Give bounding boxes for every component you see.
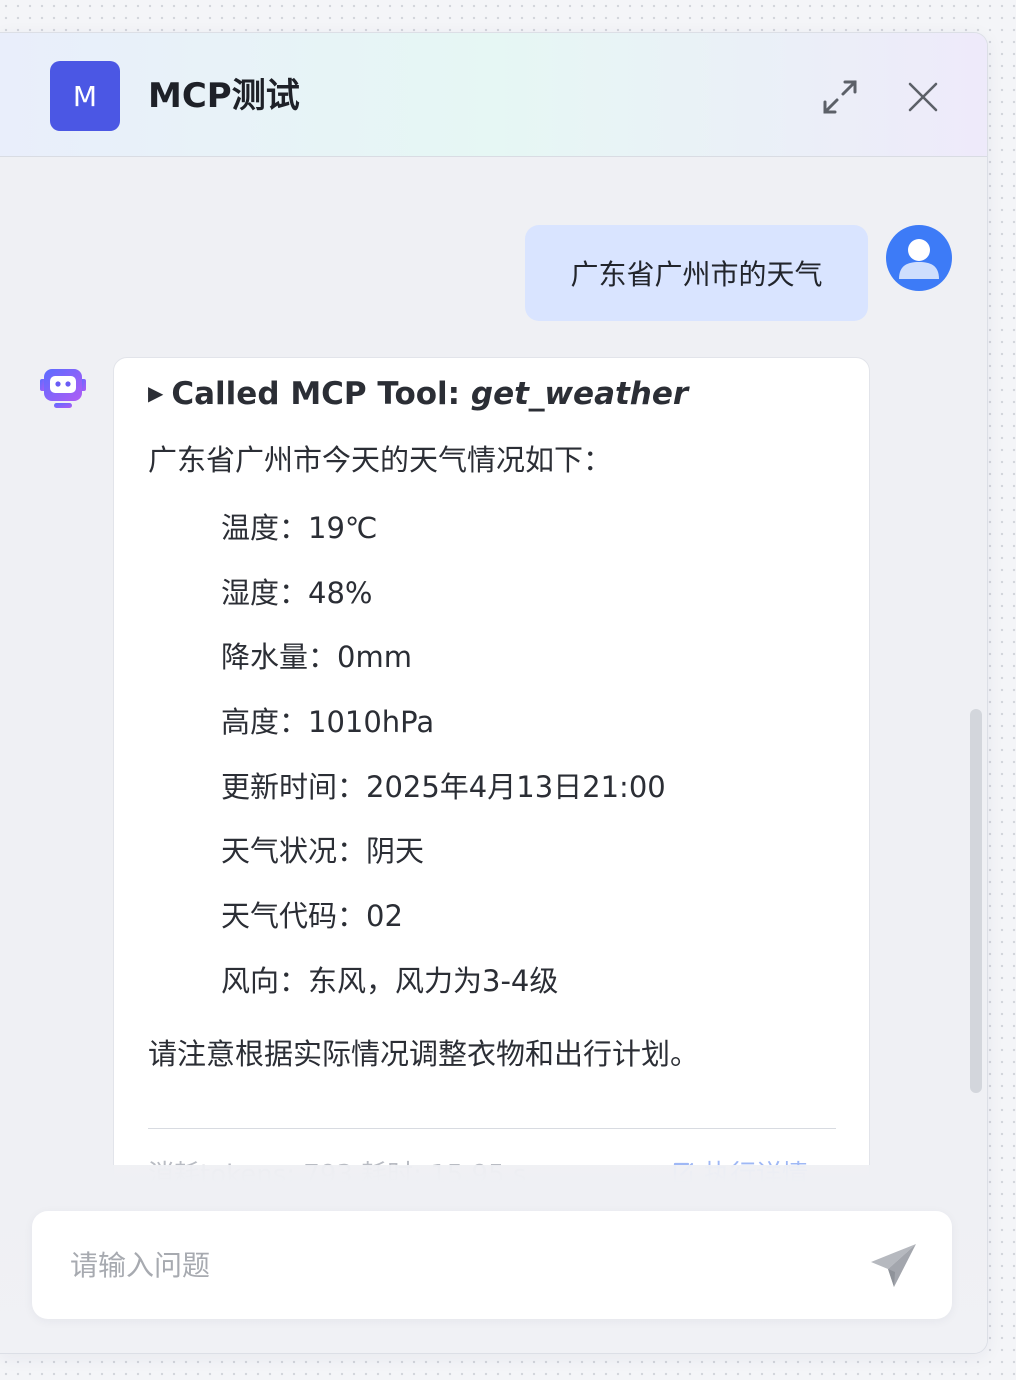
app-title: MCP测试 — [148, 76, 300, 116]
weather-item: 天气状况：阴天 — [221, 834, 425, 869]
chat-scrollbar[interactable] — [970, 709, 982, 1093]
card-divider — [148, 1128, 836, 1129]
send-button[interactable] — [868, 1241, 920, 1291]
expand-icon — [823, 80, 857, 114]
tool-call-toggle[interactable]: ▶ Called MCP Tool: get_weather — [148, 372, 688, 415]
bot-intro-text: 广东省广州市今天的天气情况如下： — [148, 443, 613, 477]
weather-item: 高度：1010hPa — [221, 705, 435, 740]
weather-item: 天气代码：02 — [221, 899, 403, 934]
weather-item: 降水量：0mm — [221, 640, 412, 675]
bot-avatar — [36, 367, 90, 413]
app-badge: M — [50, 61, 120, 131]
weather-item: 温度：19℃ — [221, 511, 378, 545]
expand-button[interactable] — [820, 77, 860, 117]
weather-item: 风向：东风，风力为3-4级 — [221, 963, 559, 998]
weather-item: 更新时间：2025年4月13日21:00 — [221, 769, 666, 804]
question-input-box — [32, 1211, 952, 1319]
chat-panel: M MCP测试 广东省广州市的天气 ▶ Called MCP Tool: get… — [0, 32, 988, 1354]
robot-icon — [40, 369, 86, 408]
question-input[interactable] — [70, 1241, 850, 1289]
chat-header: M MCP测试 — [0, 33, 987, 157]
send-icon — [871, 1244, 916, 1287]
weather-item: 湿度：48% — [221, 575, 373, 610]
weather-list: 温度：19℃ 湿度：48% 降水量：0mm 高度：1010hPa 更新时间：20… — [221, 508, 666, 1026]
bot-message-card: ▶ Called MCP Tool: get_weather 广东省广州市今天的天… — [113, 357, 870, 1217]
user-message-text: 广东省广州市的天气 — [570, 258, 823, 291]
expand-triangle-icon: ▶ — [148, 381, 164, 405]
close-icon — [908, 82, 938, 112]
close-button[interactable] — [903, 77, 943, 117]
tool-call-prefix: Called MCP Tool: — [171, 376, 471, 412]
user-avatar-icon — [899, 239, 939, 279]
tool-call-name: get_weather — [470, 376, 689, 412]
user-avatar — [886, 225, 952, 291]
bot-outro-text: 请注意根据实际情况调整衣物和出行计划。 — [148, 1037, 700, 1071]
user-message-bubble: 广东省广州市的天气 — [525, 225, 868, 321]
